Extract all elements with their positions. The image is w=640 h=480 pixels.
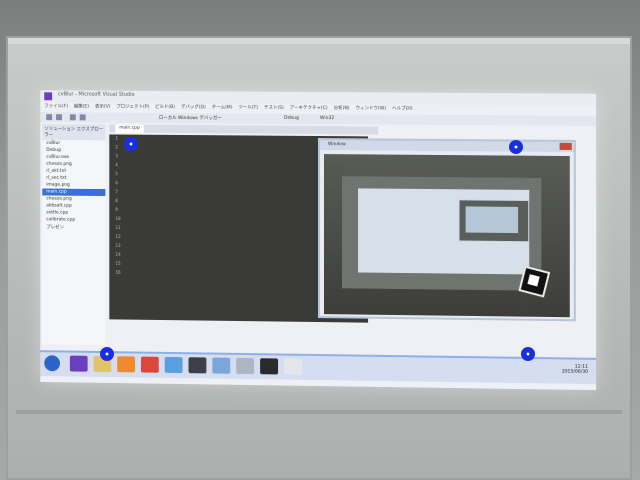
- corner-marker-top-left: [124, 137, 138, 151]
- start-button[interactable]: [44, 355, 61, 372]
- captured-window: [458, 199, 530, 243]
- visual-studio-icon: [44, 92, 53, 101]
- windows-taskbar: 12:11 2015/06/30: [40, 350, 597, 385]
- ar-marker: [518, 265, 551, 298]
- camera-window[interactable]: Window: [317, 138, 576, 322]
- chrome-icon[interactable]: [140, 356, 159, 373]
- menu-item[interactable]: ウィンドウ(W): [356, 104, 387, 114]
- corner-marker-bottom-left: [100, 347, 114, 361]
- debugger-launch-button[interactable]: ローカル Windows デバッガー: [159, 115, 222, 121]
- captured-window-inner: [465, 206, 519, 234]
- platform-select[interactable]: Win32: [320, 116, 334, 121]
- forward-icon[interactable]: [56, 114, 62, 121]
- captured-monitor: [342, 176, 542, 291]
- save-all-icon[interactable]: [79, 114, 86, 121]
- menu-item[interactable]: ヘルプ(H): [392, 104, 413, 114]
- menu-item[interactable]: ツール(T): [238, 103, 258, 113]
- solution-explorer: ソリューション エクスプローラー cvBlur Debug cvBlur.exe…: [42, 124, 106, 346]
- back-icon[interactable]: [46, 114, 53, 121]
- paint-icon[interactable]: [284, 358, 303, 375]
- editor-tab-strip: main.cpp: [109, 124, 379, 135]
- whiteboard-rail: [8, 38, 630, 44]
- menu-item[interactable]: デバッグ(D): [181, 103, 206, 113]
- camera-feed: [323, 154, 570, 318]
- menu-item[interactable]: アーキテクチャ(C): [290, 104, 328, 114]
- tree-item[interactable]: プレゼン: [42, 223, 105, 232]
- menu-item[interactable]: 分析(N): [334, 104, 350, 114]
- solution-explorer-header: ソリューション エクスプローラー: [42, 124, 106, 141]
- captured-screen: [358, 188, 530, 275]
- photos-icon[interactable]: [212, 357, 231, 374]
- menu-item[interactable]: ファイル(F): [44, 102, 68, 112]
- menu-item[interactable]: チーム(M): [212, 103, 233, 113]
- visual-studio-taskbar-icon[interactable]: [69, 355, 88, 372]
- vs-title: cvBlur - Microsoft Visual Studio: [58, 91, 135, 98]
- vlc-icon[interactable]: [117, 356, 136, 373]
- close-icon[interactable]: [559, 142, 572, 151]
- menu-item[interactable]: 表示(V): [95, 103, 110, 113]
- whiteboard-tray: [16, 410, 622, 414]
- clock-date: 2015/06/30: [561, 369, 589, 375]
- projected-desktop: cvBlur - Microsoft Visual Studio ファイル(F)…: [40, 90, 597, 391]
- settings-icon[interactable]: [236, 357, 255, 375]
- menu-item[interactable]: プロジェクト(P): [116, 103, 149, 113]
- corner-marker-top-right: [509, 140, 523, 154]
- camera-app-icon[interactable]: [188, 357, 207, 374]
- menu-item[interactable]: 編集(E): [74, 102, 89, 112]
- ie-icon[interactable]: [164, 356, 183, 374]
- corner-marker-bottom-right: [521, 347, 535, 361]
- menu-item[interactable]: ビルド(B): [155, 103, 175, 113]
- ar-marker-pattern: [527, 274, 540, 287]
- editor-tab[interactable]: main.cpp: [115, 124, 144, 133]
- menu-item[interactable]: テスト(S): [264, 104, 284, 114]
- save-icon[interactable]: [69, 114, 76, 121]
- camera-window-title: Window: [319, 140, 574, 153]
- config-select[interactable]: Debug: [284, 116, 299, 121]
- cmd-icon[interactable]: [260, 358, 279, 375]
- taskbar-clock[interactable]: 12:11 2015/06/30: [561, 364, 589, 375]
